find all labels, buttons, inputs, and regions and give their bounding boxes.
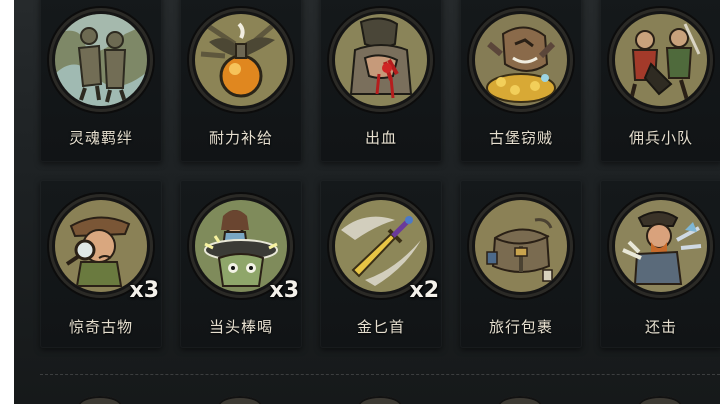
relic-medallion	[469, 194, 573, 298]
relic-card-endurance-supply[interactable]: 耐力补给	[180, 0, 302, 162]
bleed-icon	[335, 14, 427, 106]
relic-count: x3	[129, 278, 160, 303]
relic-label: 耐力补给	[208, 129, 273, 147]
castle-thief-icon	[475, 14, 567, 106]
relic-card-golden-dagger[interactable]: x2 金匕首	[320, 180, 442, 348]
relic-label: 当头棒喝	[208, 318, 273, 336]
relic-label: 旅行包裹	[488, 318, 553, 336]
relic-card-bleed[interactable]: 出血	[320, 0, 442, 162]
endurance-supply-icon	[195, 14, 287, 106]
relic-card-castle-thief[interactable]: 古堡窃贼	[460, 0, 582, 162]
next-row-medallion	[218, 396, 262, 404]
relic-label: 金匕首	[356, 318, 405, 336]
relic-count: x2	[409, 278, 440, 303]
relic-label: 佣兵小队	[628, 129, 693, 147]
relic-medallion	[329, 8, 433, 112]
relic-label: 古堡窃贼	[488, 129, 553, 147]
relic-card-head-blow[interactable]: x3 当头棒喝	[180, 180, 302, 348]
relic-medallion	[189, 8, 293, 112]
next-row-medallion	[78, 396, 122, 404]
next-row-medallion	[498, 396, 542, 404]
mercenary-squad-icon	[615, 14, 707, 106]
relic-label: 灵魂羁绊	[68, 129, 133, 147]
relic-collection-panel: 灵魂羁绊 耐力补给 出血 古堡窃贼 佣兵小队 x3 惊奇古物 x3 当头棒喝 x…	[14, 0, 720, 404]
relic-medallion	[49, 8, 153, 112]
relic-card-curious-antique[interactable]: x3 惊奇古物	[40, 180, 162, 348]
next-row-medallion	[638, 396, 682, 404]
relic-medallion	[469, 8, 573, 112]
relic-label: 出血	[364, 129, 397, 147]
relic-medallion	[609, 8, 713, 112]
relic-card-counterattack[interactable]: 还击	[600, 180, 720, 348]
relic-card-mercenary-squad[interactable]: 佣兵小队	[600, 0, 720, 162]
relic-count: x3	[269, 278, 300, 303]
relic-label: 惊奇古物	[68, 318, 133, 336]
counterattack-icon	[615, 200, 707, 292]
soul-bond-icon	[55, 14, 147, 106]
relic-card-soul-bond[interactable]: 灵魂羁绊	[40, 0, 162, 162]
next-row-medallion	[358, 396, 402, 404]
travel-pack-icon	[475, 200, 567, 292]
relic-label: 还击	[644, 318, 677, 336]
relic-card-travel-pack[interactable]: 旅行包裹	[460, 180, 582, 348]
section-divider	[40, 374, 720, 375]
relic-medallion	[609, 194, 713, 298]
